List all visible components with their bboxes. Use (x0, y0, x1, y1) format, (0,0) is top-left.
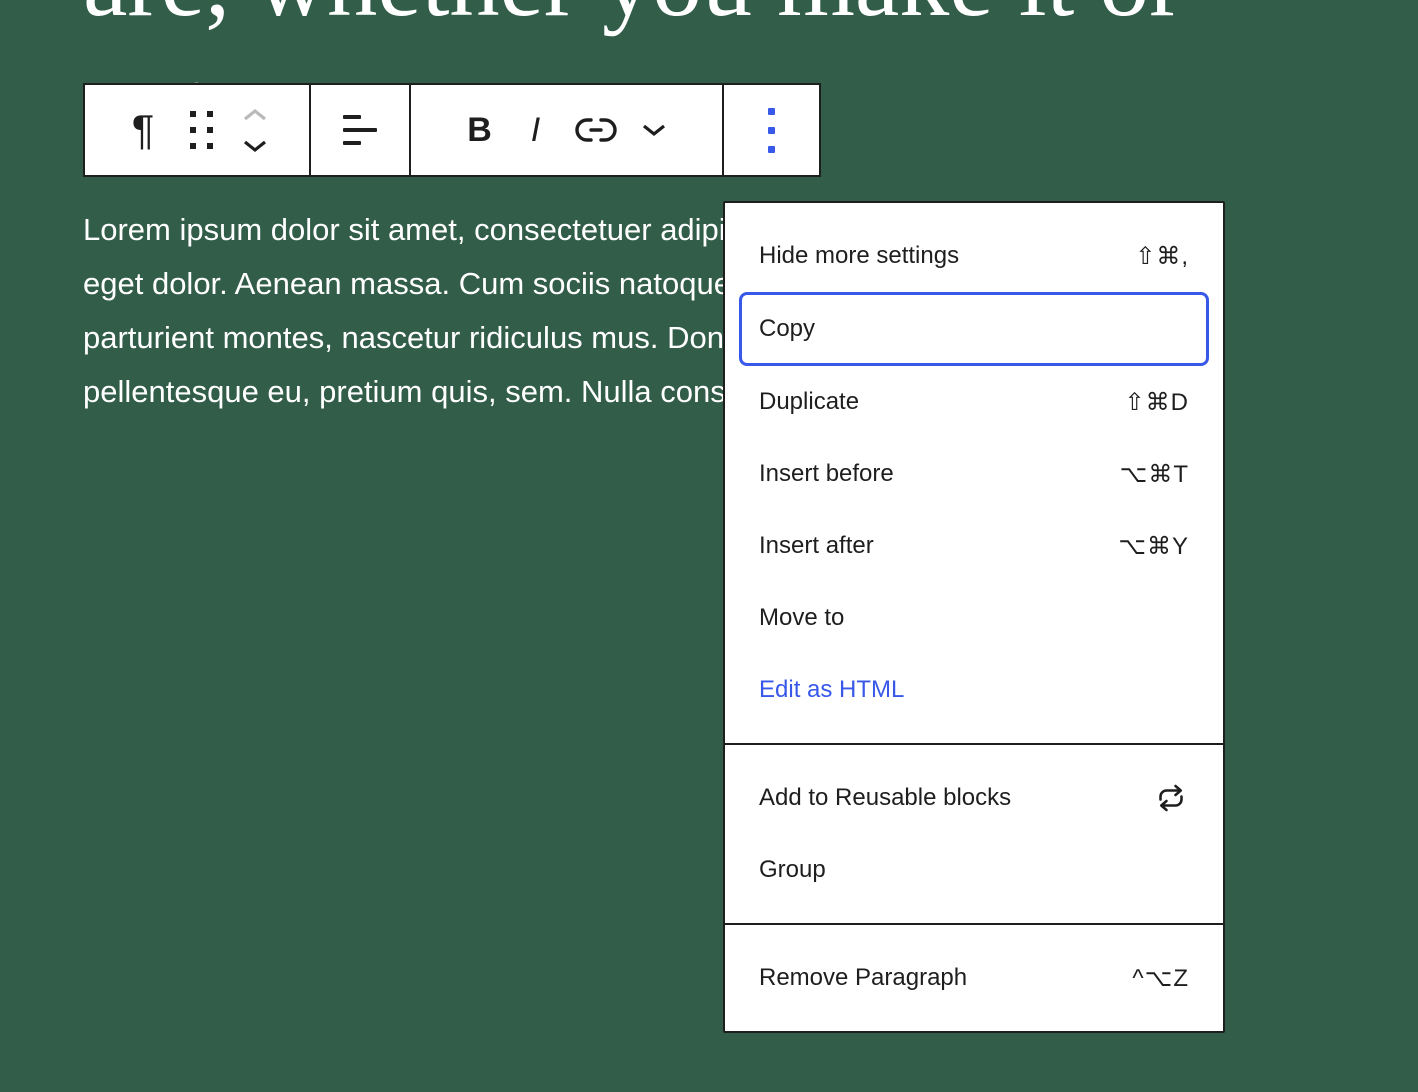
paragraph-block-button[interactable]: ¶ (114, 87, 172, 173)
move-up-button[interactable] (230, 103, 280, 125)
options-button[interactable] (743, 87, 801, 173)
menu-item-move-to[interactable]: Move to (725, 582, 1223, 654)
menu-item-label: Move to (759, 604, 844, 632)
menu-item-label: Insert before (759, 460, 894, 488)
block-toolbar: ¶ B (83, 83, 821, 177)
menu-item-insert-before[interactable]: Insert before ⌥⌘T (725, 438, 1223, 510)
link-button[interactable] (567, 87, 625, 173)
options-group (722, 85, 819, 175)
formatting-group: B I (409, 85, 722, 175)
chevron-down-icon (641, 123, 667, 137)
menu-item-group[interactable]: Group (725, 834, 1223, 906)
reusable-blocks-icon (1153, 780, 1189, 816)
menu-item-shortcut: ⇧⌘, (1135, 242, 1189, 271)
editor-canvas: are, whether you make it or not. Lorem i… (0, 0, 1418, 1092)
paragraph-block-icon: ¶ (132, 109, 155, 151)
options-kebab-icon (768, 108, 775, 153)
drag-handle[interactable] (172, 87, 230, 173)
more-formatting-button[interactable] (625, 87, 683, 173)
menu-item-add-to-reusable-blocks[interactable]: Add to Reusable blocks (725, 762, 1223, 834)
link-icon (575, 116, 617, 144)
menu-item-copy[interactable]: Copy (739, 292, 1209, 366)
menu-item-edit-as-html[interactable]: Edit as HTML (725, 654, 1223, 726)
menu-item-hide-more-settings[interactable]: Hide more settings ⇧⌘, (725, 220, 1223, 292)
menu-item-remove-paragraph[interactable]: Remove Paragraph ^⌥Z (725, 942, 1223, 1014)
align-text-button[interactable] (331, 87, 389, 173)
menu-group-primary: Hide more settings ⇧⌘, Copy Duplicate ⇧⌘… (725, 203, 1223, 743)
menu-item-insert-after[interactable]: Insert after ⌥⌘Y (725, 510, 1223, 582)
block-options-menu: Hide more settings ⇧⌘, Copy Duplicate ⇧⌘… (723, 201, 1225, 1033)
menu-item-label: Insert after (759, 532, 874, 560)
post-heading-line-1[interactable]: are, whether you make it or (83, 0, 1183, 32)
bold-button[interactable]: B (451, 87, 509, 173)
menu-item-shortcut: ^⌥Z (1132, 964, 1189, 993)
alignment-group (309, 85, 409, 175)
italic-button[interactable]: I (509, 87, 567, 173)
menu-item-label: Remove Paragraph (759, 964, 967, 992)
align-text-icon (343, 115, 377, 145)
menu-item-duplicate[interactable]: Duplicate ⇧⌘D (725, 366, 1223, 438)
menu-item-shortcut: ⇧⌘D (1125, 388, 1189, 417)
block-mover (230, 103, 280, 157)
drag-handle-icon (190, 111, 213, 149)
menu-item-label: Hide more settings (759, 242, 959, 270)
move-down-button[interactable] (230, 135, 280, 157)
menu-item-shortcut: ⌥⌘T (1120, 460, 1189, 489)
move-down-icon (242, 140, 268, 153)
menu-item-shortcut: ⌥⌘Y (1118, 532, 1189, 561)
menu-group-reusable: Add to Reusable blocks Group (725, 743, 1223, 923)
menu-item-label: Group (759, 856, 826, 884)
menu-group-remove: Remove Paragraph ^⌥Z (725, 923, 1223, 1031)
italic-icon: I (531, 111, 544, 150)
menu-item-label: Edit as HTML (759, 676, 904, 704)
menu-item-label: Copy (759, 315, 815, 343)
menu-item-label: Add to Reusable blocks (759, 784, 1011, 812)
move-up-icon (242, 108, 268, 121)
menu-item-label: Duplicate (759, 388, 859, 416)
block-type-and-mover-group: ¶ (85, 85, 309, 175)
bold-icon: B (467, 111, 492, 150)
